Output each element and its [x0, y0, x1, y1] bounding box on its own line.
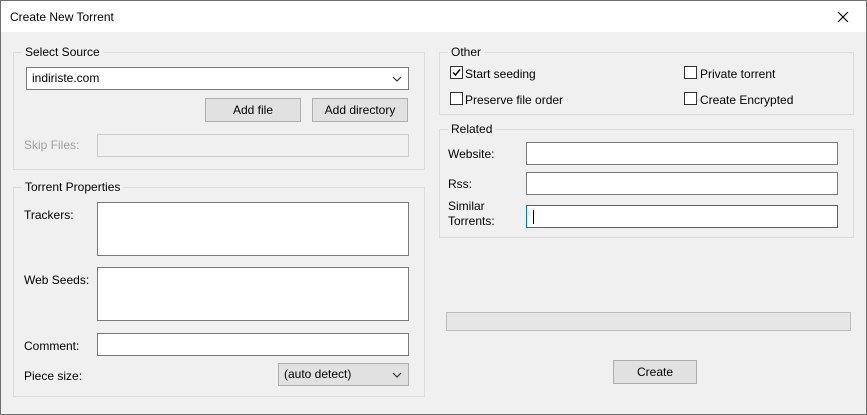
web-seeds-textarea[interactable] — [97, 267, 409, 321]
similar-torrents-label-line2: Torrents: — [448, 214, 495, 228]
select-source-legend: Select Source — [22, 45, 103, 59]
add-file-label: Add file — [232, 103, 274, 117]
source-dropdown[interactable]: indiriste.com — [26, 67, 409, 90]
rss-input[interactable] — [526, 172, 838, 195]
web-seeds-label: Web Seeds: — [24, 273, 90, 287]
related-legend: Related — [448, 122, 496, 136]
website-label: Website: — [448, 147, 495, 161]
add-directory-label: Add directory — [324, 103, 396, 117]
create-button[interactable]: Create — [613, 360, 697, 384]
comment-input[interactable] — [97, 333, 409, 356]
add-file-button[interactable]: Add file — [205, 98, 301, 122]
trackers-textarea[interactable] — [97, 202, 409, 256]
other-legend: Other — [448, 45, 485, 59]
similar-torrents-label-line1: Similar — [448, 199, 485, 213]
private-torrent-checkbox[interactable] — [684, 66, 697, 79]
chevron-down-icon — [392, 372, 402, 378]
private-torrent-label[interactable]: Private torrent — [700, 67, 775, 81]
skip-files-label: Skip Files: — [24, 138, 80, 152]
trackers-label: Trackers: — [24, 208, 74, 222]
add-directory-button[interactable]: Add directory — [312, 98, 408, 122]
progress-bar — [446, 312, 851, 331]
skip-files-input[interactable] — [97, 134, 409, 157]
rss-label: Rss: — [448, 177, 472, 191]
text-caret — [533, 210, 534, 224]
close-button[interactable] — [820, 1, 866, 32]
similar-torrents-input[interactable] — [526, 205, 838, 228]
create-encrypted-label[interactable]: Create Encrypted — [700, 93, 793, 107]
start-seeding-label[interactable]: Start seeding — [465, 67, 536, 81]
piece-size-label: Piece size: — [24, 369, 83, 383]
preserve-file-order-label[interactable]: Preserve file order — [465, 93, 563, 107]
create-encrypted-checkbox[interactable] — [684, 92, 697, 105]
website-input[interactable] — [526, 142, 838, 165]
torrent-properties-legend: Torrent Properties — [22, 180, 124, 194]
source-value: indiriste.com — [32, 71, 100, 85]
piece-size-value: (auto detect) — [284, 367, 352, 381]
window-title: Create New Torrent — [10, 10, 114, 24]
comment-label: Comment: — [24, 339, 80, 353]
close-icon — [837, 11, 849, 23]
preserve-file-order-checkbox[interactable] — [450, 92, 463, 105]
start-seeding-checkbox[interactable] — [450, 66, 463, 79]
checkmark-icon — [452, 69, 461, 77]
chevron-down-icon — [392, 76, 402, 82]
title-bar[interactable]: Create New Torrent — [1, 1, 866, 32]
create-label: Create — [636, 365, 674, 379]
piece-size-dropdown[interactable]: (auto detect) — [278, 363, 409, 386]
